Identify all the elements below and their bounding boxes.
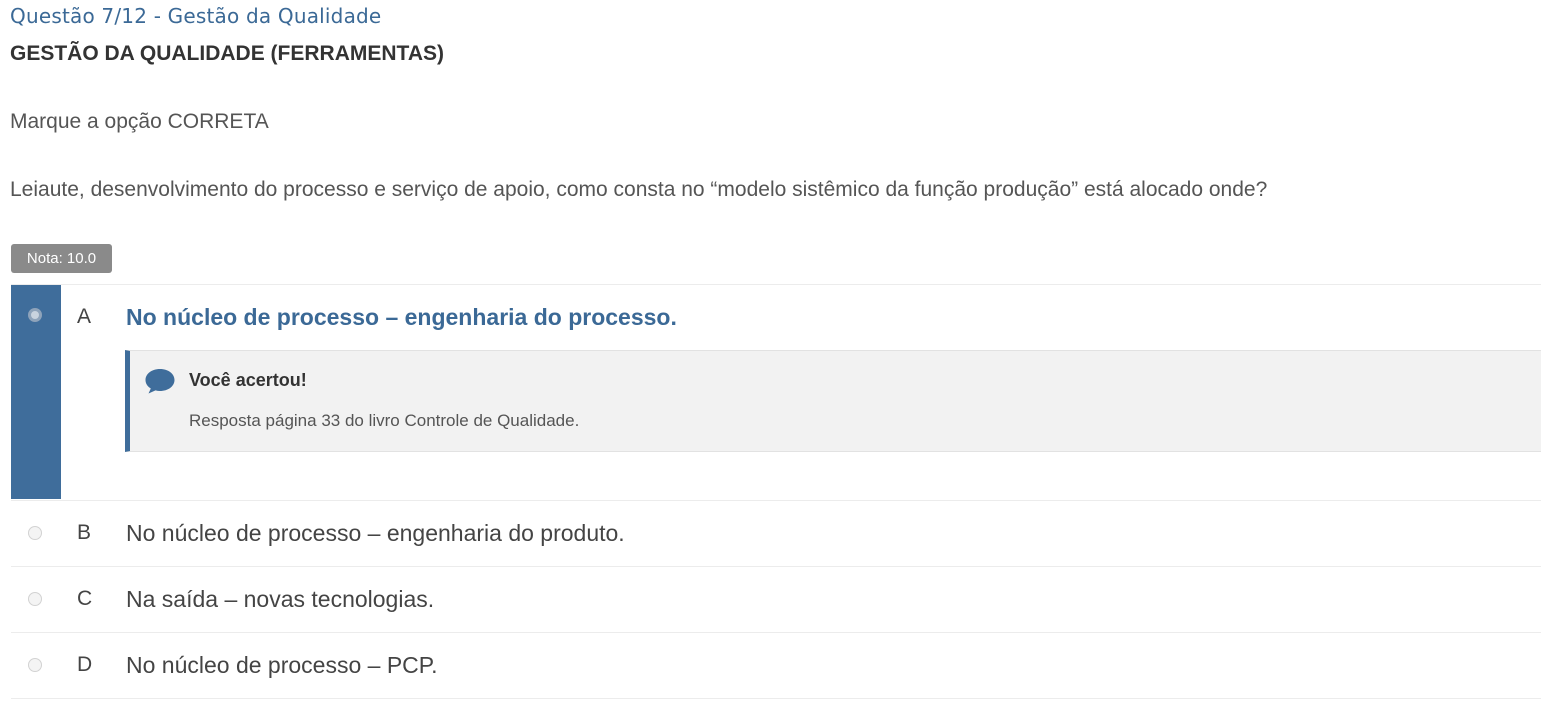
comment-icon xyxy=(145,369,175,394)
option-c-letter: C xyxy=(77,587,93,610)
option-a-letter: A xyxy=(77,305,92,328)
feedback-box: Você acertou! Resposta página 33 do livr… xyxy=(125,350,1541,452)
option-a[interactable]: A No núcleo de processo – engenharia do … xyxy=(11,284,1541,500)
option-a-radio[interactable] xyxy=(28,308,42,322)
feedback-text: Resposta página 33 do livro Controle de … xyxy=(189,411,580,430)
feedback-title: Você acertou! xyxy=(189,370,307,390)
question-statement: Leiaute, desenvolvimento do processo e s… xyxy=(10,178,1268,201)
option-d-letter: D xyxy=(77,653,93,676)
option-c-radio[interactable] xyxy=(28,592,42,606)
option-d-text: No núcleo de processo – PCP. xyxy=(126,652,438,678)
question-header: Questão 7/12 - Gestão da Qualidade xyxy=(10,4,382,28)
answer-options: A No núcleo de processo – engenharia do … xyxy=(11,284,1541,699)
option-b-radio[interactable] xyxy=(28,526,42,540)
option-d-radio[interactable] xyxy=(28,658,42,672)
option-c-text: Na saída – novas tecnologias. xyxy=(126,586,435,612)
option-a-text: No núcleo de processo – engenharia do pr… xyxy=(126,304,677,330)
option-c[interactable]: C Na saída – novas tecnologias. xyxy=(11,566,1541,632)
option-b-text: No núcleo de processo – engenharia do pr… xyxy=(126,520,625,546)
question-subject: GESTÃO DA QUALIDADE (FERRAMENTAS) xyxy=(10,42,444,65)
option-d[interactable]: D No núcleo de processo – PCP. xyxy=(11,632,1541,699)
option-b-letter: B xyxy=(77,521,92,544)
question-instruction: Marque a opção CORRETA xyxy=(10,110,269,133)
option-b[interactable]: B No núcleo de processo – engenharia do … xyxy=(11,500,1541,566)
score-badge: Nota: 10.0 xyxy=(11,244,112,273)
